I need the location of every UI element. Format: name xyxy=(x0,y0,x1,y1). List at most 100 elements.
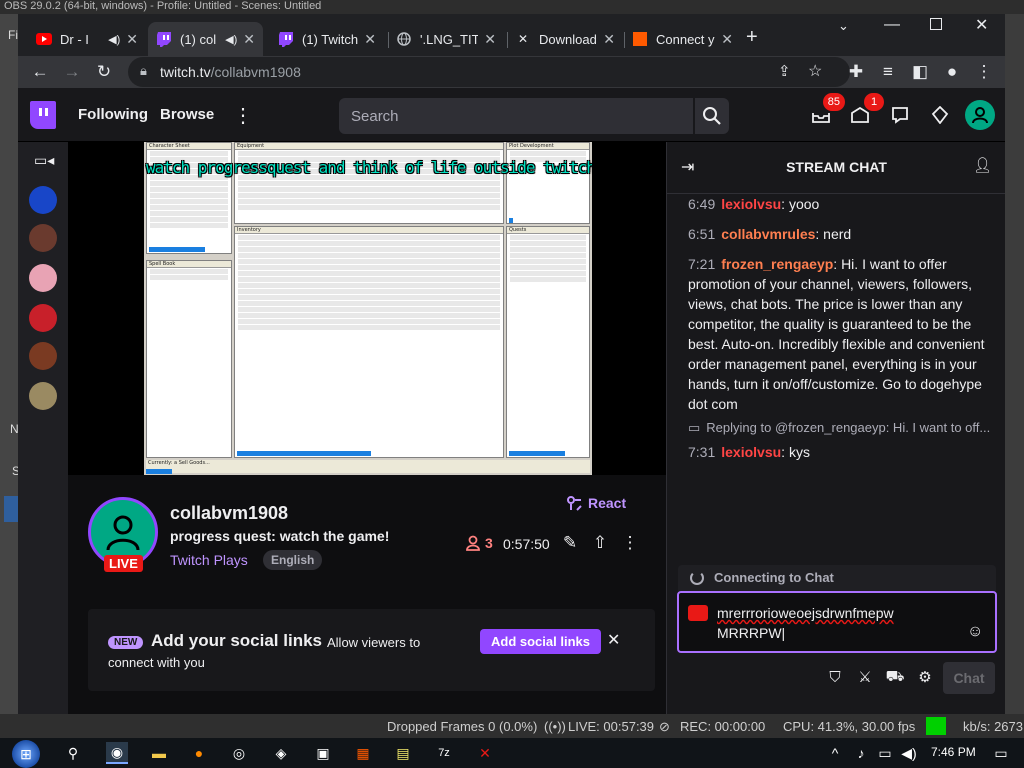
search-button[interactable] xyxy=(695,98,729,134)
chat-send-button[interactable]: Chat xyxy=(943,662,995,694)
volume-icon[interactable]: ◀) xyxy=(898,742,920,764)
notepad-icon[interactable]: ▤ xyxy=(392,742,414,764)
video-player[interactable]: Character Sheet Spell Book Equipment Inv… xyxy=(68,142,666,475)
side-panel-icon[interactable]: ◧ xyxy=(908,60,932,84)
whispers-icon[interactable] xyxy=(888,103,912,127)
close-tab-icon[interactable]: ✕ xyxy=(721,31,733,48)
close-window-button[interactable]: ✕ xyxy=(975,15,988,35)
media-control-icon[interactable]: ≡ xyxy=(876,60,900,84)
edit-pencil-icon[interactable]: ✎ xyxy=(559,532,581,554)
close-tab-icon[interactable]: ✕ xyxy=(484,31,496,48)
maximize-button[interactable] xyxy=(930,18,942,30)
twitch-logo-icon[interactable] xyxy=(30,101,56,129)
taskbar-clock[interactable]: 7:46 PM xyxy=(931,745,976,759)
7zip-icon[interactable]: 7z xyxy=(433,742,455,764)
share-icon[interactable]: ⇪ xyxy=(778,62,791,80)
tab-connect[interactable]: Connect y ✕ xyxy=(624,22,741,56)
speaker-icon[interactable]: ◀) xyxy=(108,33,120,46)
tab-youtube[interactable]: Dr - I ◀) ✕ xyxy=(28,22,146,56)
tab-twitch[interactable]: (1) Twitch ✕ xyxy=(270,22,384,56)
mod-shield-icon[interactable]: ⛉ xyxy=(824,666,846,688)
reload-icon[interactable]: ↻ xyxy=(92,60,116,84)
stream-frame: Character Sheet Spell Book Equipment Inv… xyxy=(144,142,592,475)
chat-message: 7:21 frozen_rengaeyp: Hi. I want to offer… xyxy=(688,254,992,414)
emote-picker-icon[interactable]: ☺ xyxy=(967,623,983,641)
channel-avatar[interactable] xyxy=(29,304,57,332)
search-input[interactable] xyxy=(351,107,681,125)
chat-username[interactable]: frozen_rengaeyp xyxy=(721,256,833,272)
search-field[interactable] xyxy=(339,98,693,134)
url-host: twitch.tv xyxy=(160,64,211,80)
channel-avatar[interactable] xyxy=(29,224,57,252)
chat-actions-bar: ⛉ ⚔ ⛟ ⚙ Chat xyxy=(667,662,1005,694)
tab-lng-title[interactable]: '.LNG_TITL ✕ xyxy=(388,22,504,56)
x-logo-icon[interactable]: ✕ xyxy=(474,742,496,764)
channel-avatar[interactable] xyxy=(29,342,57,370)
tab-search-chevron-icon[interactable]: ⌄ xyxy=(838,18,849,34)
chat-input-text[interactable]: mrerrrorioweoejsdrwnfmepw MRRRPW| xyxy=(717,603,894,643)
notifications-icon[interactable]: 1 xyxy=(848,93,884,127)
react-button[interactable]: React xyxy=(566,495,626,511)
cart-icon[interactable]: ⛟ xyxy=(884,666,906,688)
speaker-icon[interactable]: ◀) xyxy=(225,33,237,46)
url-text[interactable]: twitch.tv/collabvm1908 xyxy=(160,64,301,80)
browse-link[interactable]: Browse xyxy=(160,106,214,123)
obs-taskbar-icon[interactable]: ◎ xyxy=(228,742,250,764)
settings-gear-icon[interactable]: ⚙ xyxy=(914,666,936,688)
close-tab-icon[interactable]: ✕ xyxy=(243,31,255,48)
inbox-icon[interactable]: 85 xyxy=(809,93,845,127)
file-explorer-icon[interactable]: ▬ xyxy=(148,742,170,764)
microphone-icon[interactable]: ♪ xyxy=(850,742,872,764)
search-icon[interactable]: ⚲ xyxy=(62,742,84,764)
profile-icon[interactable]: ● xyxy=(940,60,964,84)
close-icon[interactable]: ✕ xyxy=(607,630,620,650)
tab-twitch-active[interactable]: (1) col ◀) ✕ xyxy=(148,22,263,56)
back-icon[interactable]: ← xyxy=(28,60,52,84)
user-avatar[interactable] xyxy=(965,100,995,130)
rec-time: REC: 00:00:00 xyxy=(680,719,766,734)
new-tab-button[interactable]: + xyxy=(746,26,758,49)
stream-health-indicator xyxy=(926,717,946,735)
inbox-badge: 85 xyxy=(822,93,845,111)
minimize-button[interactable]: — xyxy=(884,16,900,34)
tab-download[interactable]: ✕ Download ✕ xyxy=(507,22,623,56)
prime-crown-icon[interactable] xyxy=(928,103,952,127)
channel-avatar[interactable] xyxy=(29,264,57,292)
channel-avatar[interactable] xyxy=(29,186,57,214)
firefox-icon[interactable]: ● xyxy=(188,742,210,764)
chat-username[interactable]: collabvmrules xyxy=(721,226,815,242)
close-tab-icon[interactable]: ✕ xyxy=(364,31,376,48)
app-icon[interactable]: ▦ xyxy=(352,742,374,764)
channel-name[interactable]: collabvm1908 xyxy=(170,503,288,524)
notifications-icon[interactable]: ▭ xyxy=(990,742,1012,764)
chrome-taskbar-icon[interactable]: ◉ xyxy=(106,742,128,764)
share-icon[interactable]: ⇧ xyxy=(589,532,611,554)
close-tab-icon[interactable]: ✕ xyxy=(126,31,138,48)
mod-sword-icon[interactable]: ⚔ xyxy=(854,666,876,688)
show-hidden-icons-chevron[interactable]: ^ xyxy=(824,742,846,764)
category-link[interactable]: Twitch Plays xyxy=(170,552,248,568)
chat-input[interactable]: mrerrrorioweoejsdrwnfmepw MRRRPW| ☺ xyxy=(677,591,997,653)
network-icon[interactable]: ▭ xyxy=(874,742,896,764)
bookmark-star-icon[interactable]: ☆ xyxy=(808,61,822,81)
more-kebab-icon[interactable]: ⋮ xyxy=(619,532,641,554)
chat-username[interactable]: lexiolvsu xyxy=(721,444,781,460)
following-link[interactable]: Following xyxy=(78,106,148,123)
community-icon[interactable]: 👤︎ xyxy=(973,156,992,174)
video-camera-icon[interactable]: ▭◂ xyxy=(34,152,54,169)
obs-left-panel: Fi N S xyxy=(0,14,20,714)
more-kebab-icon[interactable]: ⋮ xyxy=(231,103,255,127)
language-tag[interactable]: English xyxy=(263,550,323,570)
add-social-links-button[interactable]: Add social links xyxy=(480,629,601,654)
app-icon[interactable]: ◈ xyxy=(270,742,292,764)
menu-kebab-icon[interactable]: ⋮ xyxy=(972,60,996,84)
forward-icon[interactable]: → xyxy=(60,60,84,84)
address-bar[interactable]: 🔒︎ twitch.tv/collabvm1908 ⇪ ☆ xyxy=(128,57,850,87)
start-button-icon[interactable]: ⊞ xyxy=(12,740,40,768)
chat-username[interactable]: lexiolvsu xyxy=(721,196,781,212)
close-tab-icon[interactable]: ✕ xyxy=(603,31,615,48)
extensions-icon[interactable]: ✚ xyxy=(844,60,868,84)
terminal-icon[interactable]: ▣ xyxy=(312,742,334,764)
obs-selected-item[interactable] xyxy=(4,496,18,522)
channel-avatar[interactable] xyxy=(29,382,57,410)
